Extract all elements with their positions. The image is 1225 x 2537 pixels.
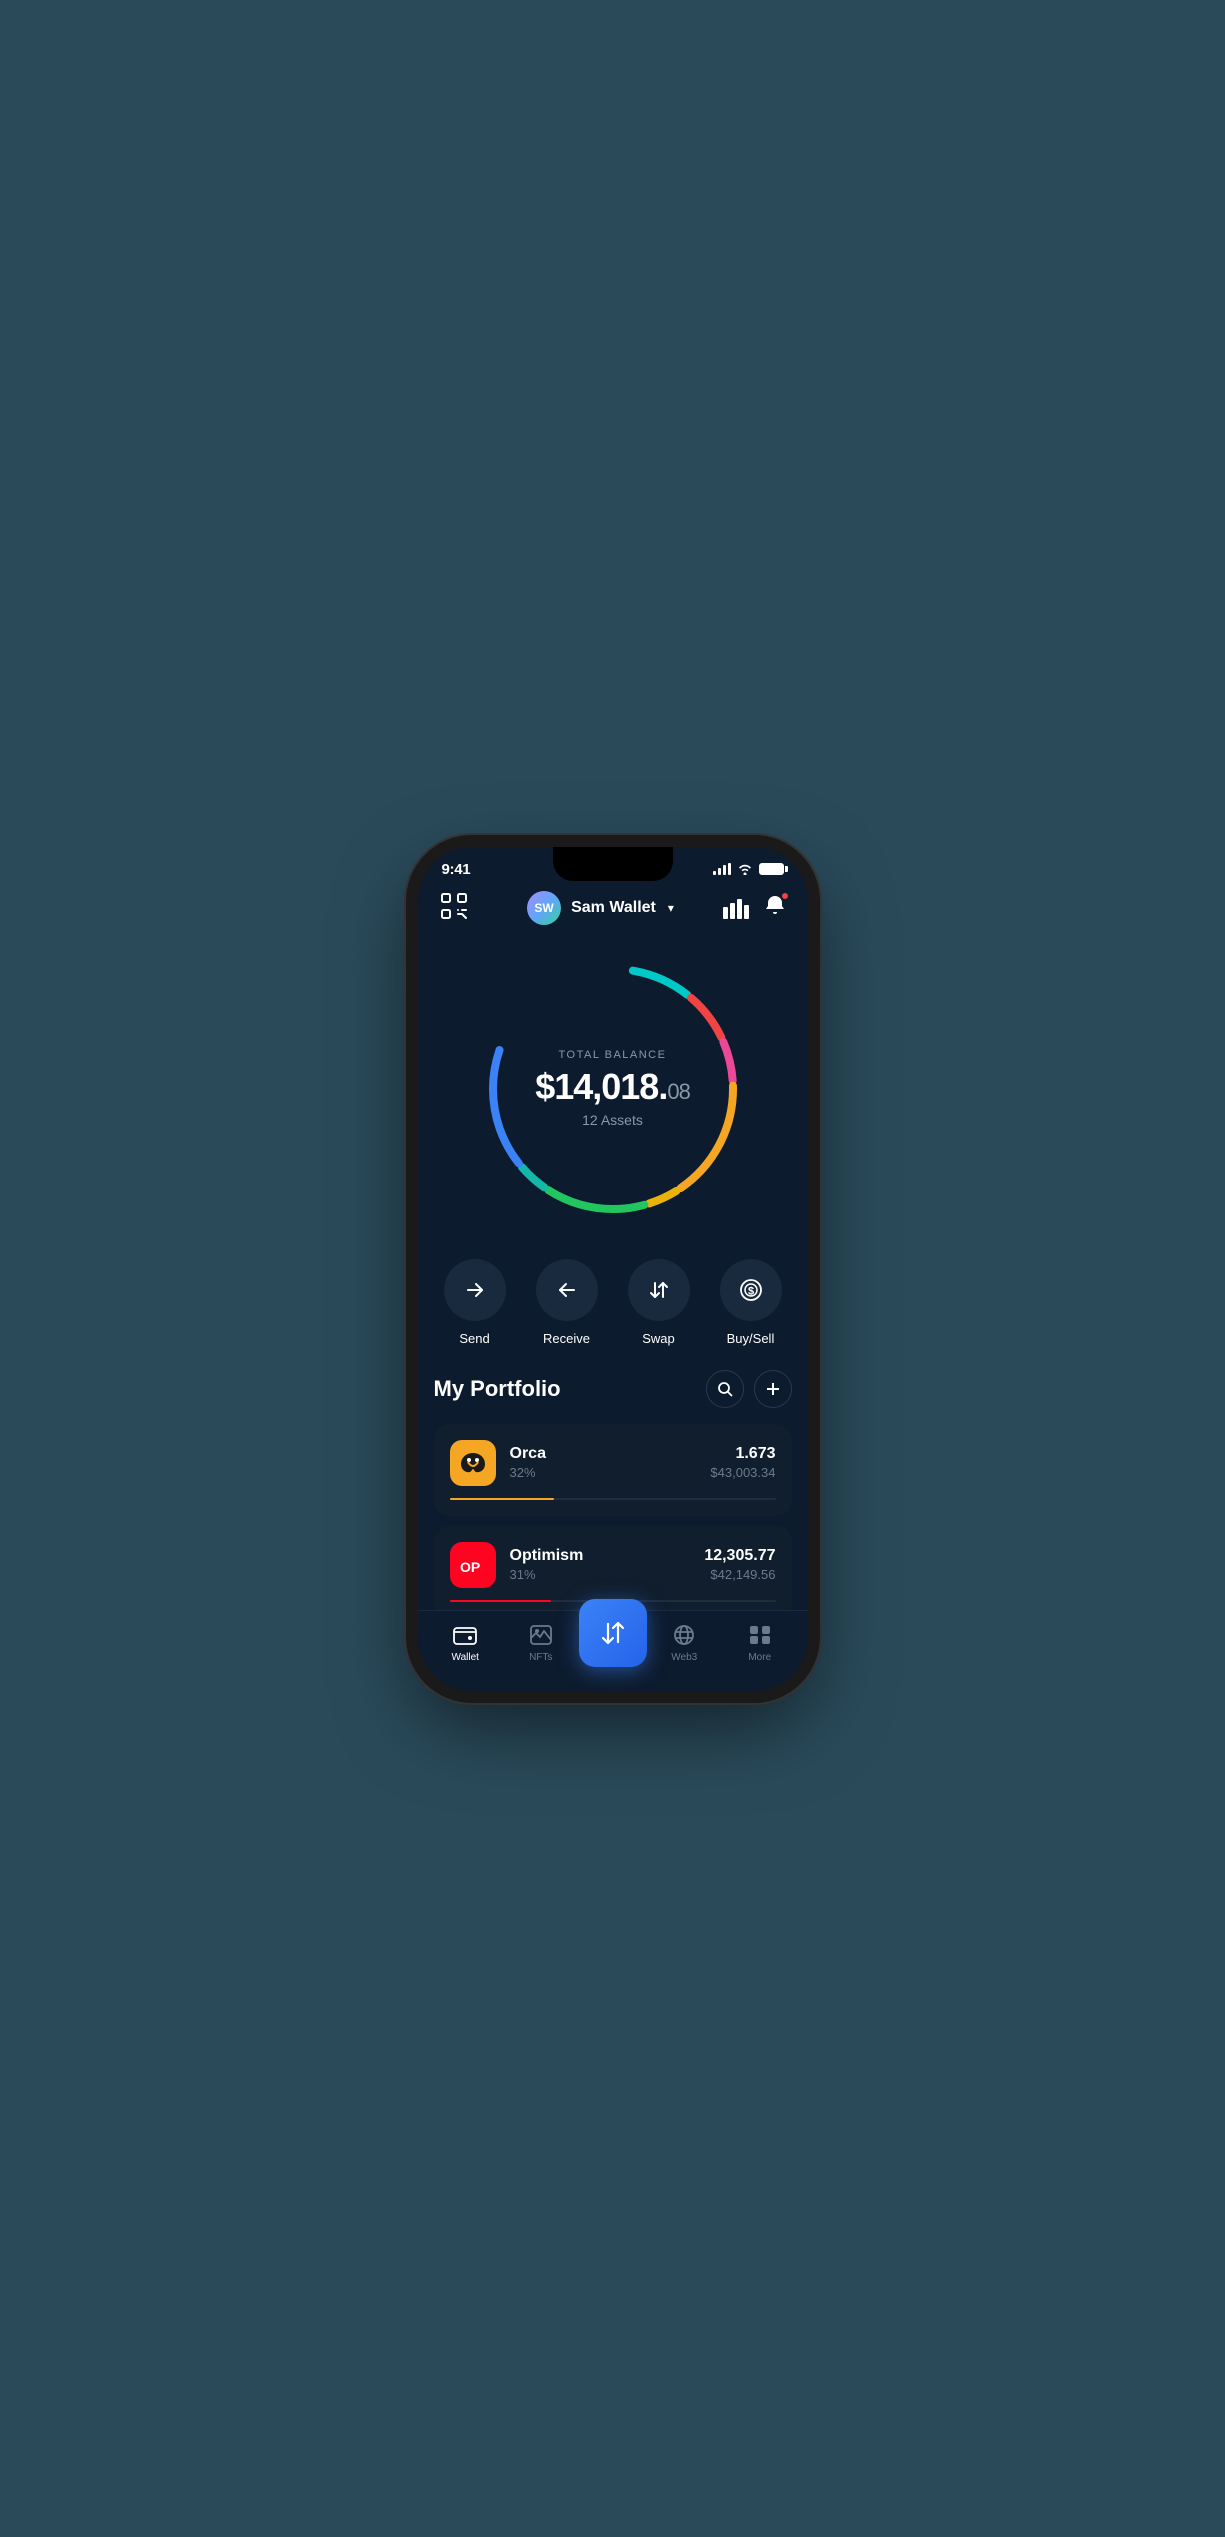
- scan-icon[interactable]: [438, 890, 470, 922]
- optimism-name: Optimism: [510, 1547, 691, 1565]
- chevron-down-icon: ▾: [668, 901, 674, 915]
- portfolio-header: My Portfolio: [434, 1370, 792, 1408]
- swap-center-button[interactable]: [579, 1599, 647, 1667]
- receive-button[interactable]: Receive: [536, 1259, 598, 1346]
- orca-pct: 32%: [510, 1465, 697, 1480]
- wallet-nav-icon: [453, 1624, 477, 1646]
- orca-usd: $43,003.34: [710, 1465, 775, 1480]
- swap-label: Swap: [642, 1331, 675, 1346]
- orca-progress-bar: [450, 1498, 776, 1500]
- optimism-pct: 31%: [510, 1567, 691, 1582]
- notification-badge: [781, 892, 789, 900]
- optimism-values: 12,305.77 $42,149.56: [704, 1547, 775, 1582]
- web3-nav-label: Web3: [671, 1652, 697, 1663]
- wifi-icon: [737, 863, 753, 875]
- send-label: Send: [459, 1331, 489, 1346]
- balance-info: TOTAL BALANCE $14,018.08 12 Assets: [535, 1049, 690, 1129]
- svg-text:OP: OP: [460, 1559, 480, 1575]
- avatar: SW: [527, 891, 561, 925]
- swap-button[interactable]: Swap: [628, 1259, 690, 1346]
- portfolio-actions: [706, 1370, 792, 1408]
- nav-more[interactable]: More: [722, 1622, 798, 1663]
- asset-card-orca[interactable]: Orca 32% 1.673 $43,003.34: [434, 1424, 792, 1516]
- add-asset-button[interactable]: [754, 1370, 792, 1408]
- notch: [553, 847, 673, 881]
- more-nav-label: More: [748, 1652, 771, 1663]
- asset-card-optimism[interactable]: OP Optimism 31% 12,305.77 $42,149.56: [434, 1526, 792, 1610]
- wallet-nav-label: Wallet: [452, 1652, 479, 1663]
- nfts-nav-label: NFTs: [529, 1652, 552, 1663]
- buysell-label: Buy/Sell: [727, 1331, 775, 1346]
- orca-icon: [450, 1440, 496, 1486]
- portfolio-section: My Portfolio: [418, 1370, 808, 1610]
- web3-nav-icon: [672, 1624, 696, 1646]
- balance-amount: $14,018.08: [535, 1067, 690, 1107]
- send-button[interactable]: Send: [444, 1259, 506, 1346]
- optimism-usd: $42,149.56: [704, 1567, 775, 1582]
- orca-info: Orca 32%: [510, 1445, 697, 1480]
- nfts-nav-icon: [529, 1624, 553, 1646]
- nav-web3[interactable]: Web3: [647, 1622, 723, 1663]
- orca-amount: 1.673: [710, 1445, 775, 1463]
- header-right: [723, 894, 787, 923]
- app-header: SW Sam Wallet ▾: [418, 882, 808, 939]
- orca-values: 1.673 $43,003.34: [710, 1445, 775, 1480]
- header-left: [438, 890, 478, 927]
- nav-center-item: [579, 1619, 647, 1667]
- balance-section: TOTAL BALANCE $14,018.08 12 Assets: [418, 939, 808, 1249]
- chart-icon[interactable]: [723, 897, 749, 919]
- status-time: 9:41: [442, 861, 471, 878]
- receive-label: Receive: [543, 1331, 590, 1346]
- swap-center-icon: [599, 1619, 627, 1647]
- more-nav-icon: [748, 1624, 772, 1646]
- nav-nfts[interactable]: NFTs: [503, 1622, 579, 1663]
- wallet-name: Sam Wallet: [571, 899, 656, 917]
- phone-screen: 9:41: [418, 847, 808, 1691]
- battery-icon: [759, 863, 784, 875]
- signal-icon: [713, 863, 731, 875]
- assets-count: 12 Assets: [535, 1112, 690, 1128]
- nav-wallet[interactable]: Wallet: [428, 1622, 504, 1663]
- action-buttons: Send Receive: [418, 1249, 808, 1370]
- phone-frame: 9:41: [418, 847, 808, 1691]
- optimism-info: Optimism 31%: [510, 1547, 691, 1582]
- status-icons: [713, 863, 784, 875]
- wallet-selector[interactable]: SW Sam Wallet ▾: [527, 891, 674, 925]
- orca-name: Orca: [510, 1445, 697, 1463]
- portfolio-title: My Portfolio: [434, 1376, 561, 1402]
- optimism-amount: 12,305.77: [704, 1547, 775, 1565]
- balance-ring: TOTAL BALANCE $14,018.08 12 Assets: [473, 949, 753, 1229]
- search-button[interactable]: [706, 1370, 744, 1408]
- bottom-nav: Wallet NFTs: [418, 1610, 808, 1691]
- balance-label: TOTAL BALANCE: [535, 1049, 690, 1061]
- notifications-wrapper: [763, 894, 787, 923]
- buysell-button[interactable]: $ Buy/Sell: [720, 1259, 782, 1346]
- optimism-icon: OP: [450, 1542, 496, 1588]
